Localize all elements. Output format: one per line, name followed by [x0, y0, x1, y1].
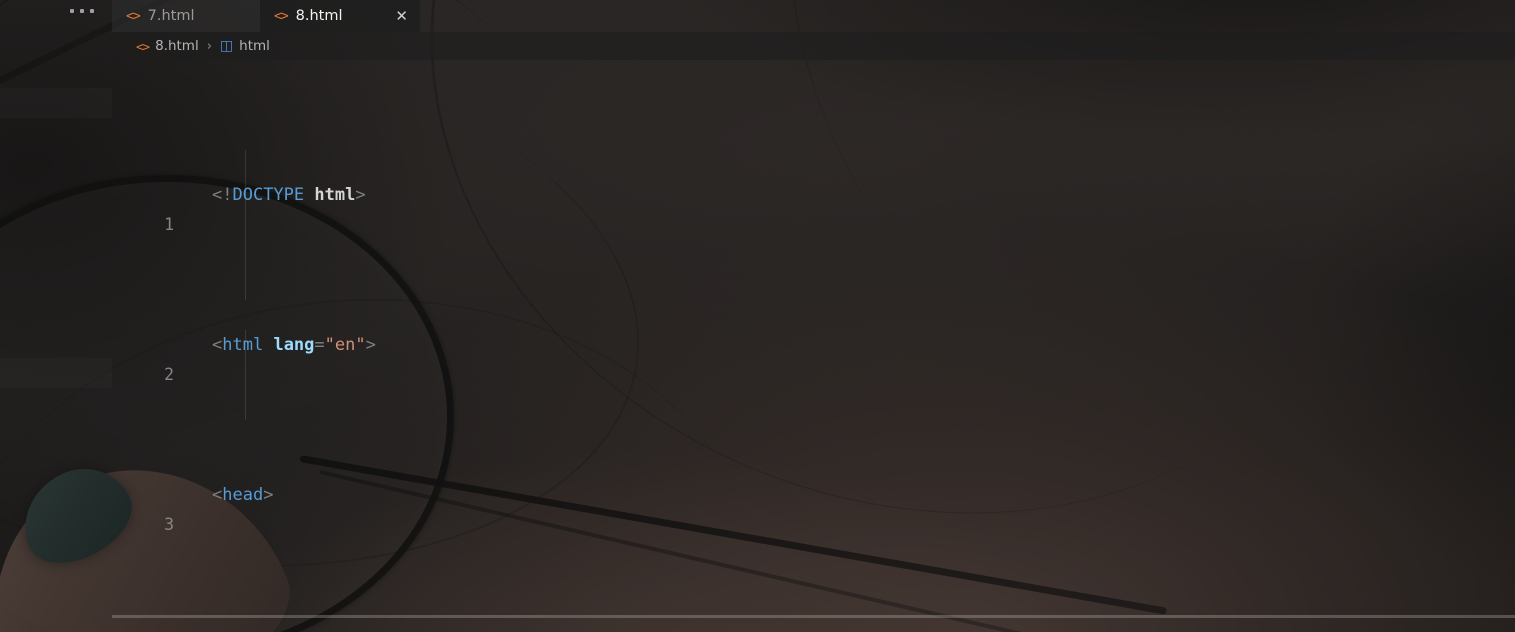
token-tag-name: html	[314, 185, 356, 205]
horizontal-scrollbar[interactable]	[112, 615, 1515, 618]
html-file-icon: <>	[136, 38, 150, 54]
html-file-icon: <>	[274, 8, 289, 24]
token-punctuation: <	[212, 485, 223, 505]
tab-7-html[interactable]: <> 7.html	[112, 0, 260, 32]
code-editor[interactable]: 1 <!DOCTYPE html> 2 <html lang="en"> 3 <…	[112, 60, 1515, 632]
indent-guide	[245, 150, 246, 300]
token-punctuation: >	[365, 335, 376, 355]
token-doctype: DOCTYPE	[232, 185, 305, 205]
line-content: <!DOCTYPE html>	[212, 180, 366, 210]
code-line[interactable]: 3 <head>	[112, 480, 273, 534]
html-file-icon: <>	[126, 8, 141, 24]
breadcrumb-symbol[interactable]: html	[239, 38, 270, 54]
close-icon[interactable]: ✕	[395, 6, 408, 26]
tab-label: 8.html	[295, 8, 343, 24]
line-number: 1	[164, 215, 174, 234]
breadcrumb: <> 8.html › ◫ html	[112, 32, 1515, 60]
token-tag: html	[222, 335, 264, 355]
line-content: <head>	[212, 480, 273, 510]
token-punctuation: >	[355, 185, 366, 205]
dot-icon	[90, 9, 94, 13]
token-attribute: lang	[273, 335, 315, 355]
breadcrumb-file[interactable]: 8.html	[155, 38, 199, 54]
token-punctuation: >	[263, 485, 274, 505]
code-lines: 1 <!DOCTYPE html> 2 <html lang="en"> 3 <…	[112, 60, 376, 632]
token-punctuation: <!	[212, 185, 233, 205]
line-content: <html lang="en">	[212, 330, 376, 360]
dot-icon	[80, 9, 84, 13]
overflow-menu-button[interactable]	[70, 9, 94, 13]
line-number: 2	[164, 365, 174, 384]
token-string: "en"	[324, 335, 366, 355]
token-punctuation: =	[314, 335, 325, 355]
code-line[interactable]: 1 <!DOCTYPE html>	[112, 180, 366, 234]
editor-tab-bar: <> 7.html <> 8.html ✕	[0, 0, 1515, 32]
token-tag: head	[222, 485, 264, 505]
chevron-right-icon: ›	[206, 38, 212, 54]
cube-icon: ◫	[219, 38, 234, 54]
dot-icon	[70, 9, 74, 13]
token-punctuation: <	[212, 335, 223, 355]
line-number: 3	[164, 515, 174, 534]
code-line[interactable]: 2 <html lang="en">	[112, 330, 376, 384]
tab-8-html[interactable]: <> 8.html ✕	[260, 0, 420, 32]
tab-label: 7.html	[147, 8, 195, 24]
